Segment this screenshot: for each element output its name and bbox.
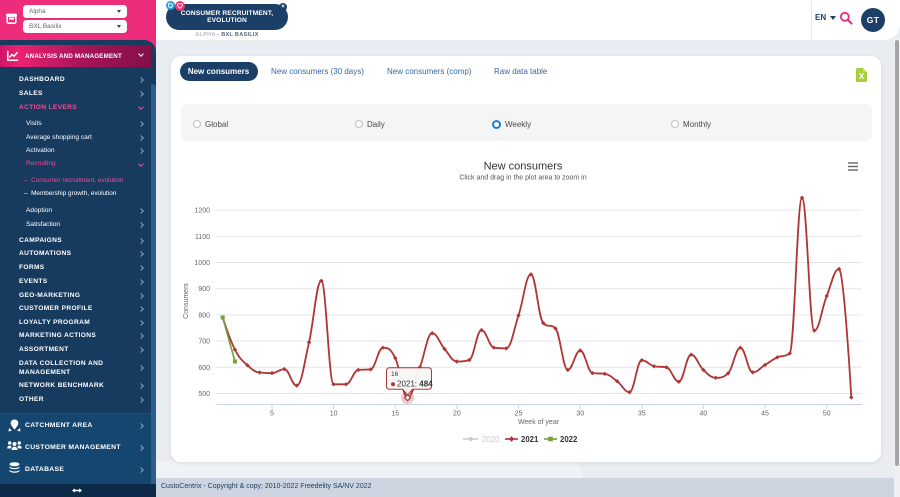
svg-text:New consumers: New consumers (484, 160, 563, 172)
svg-text:25: 25 (515, 410, 523, 417)
svg-text:1200: 1200 (194, 207, 210, 214)
svg-text:Consumers: Consumers (183, 282, 190, 318)
svg-text:900: 900 (198, 286, 210, 293)
svg-text:Click and drag in the plot are: Click and drag in the plot area to zoom … (459, 174, 586, 181)
svg-text:1100: 1100 (195, 233, 210, 240)
svg-text:40: 40 (700, 410, 708, 417)
svg-text:15: 15 (391, 410, 399, 417)
svg-text:X: X (859, 72, 865, 81)
svg-text:800: 800 (198, 312, 210, 319)
svg-text:10: 10 (330, 410, 338, 417)
svg-text:30: 30 (576, 410, 584, 417)
svg-text:2021: 2021 (521, 435, 539, 444)
svg-text:2022: 2022 (560, 435, 578, 444)
svg-text:45: 45 (761, 410, 769, 417)
svg-text:500: 500 (198, 391, 210, 398)
svg-text:Week of year: Week of year (518, 419, 560, 426)
svg-text:700: 700 (198, 338, 210, 345)
svg-text:5: 5 (270, 410, 274, 417)
svg-text:50: 50 (823, 410, 831, 417)
svg-text:20: 20 (453, 410, 461, 417)
svg-text:2021: 484: 2021: 484 (397, 379, 433, 388)
svg-text:2020: 2020 (482, 435, 500, 444)
svg-text:35: 35 (638, 410, 646, 417)
svg-text:1000: 1000 (194, 260, 210, 267)
svg-text:16: 16 (391, 371, 399, 378)
svg-text:600: 600 (198, 364, 210, 371)
